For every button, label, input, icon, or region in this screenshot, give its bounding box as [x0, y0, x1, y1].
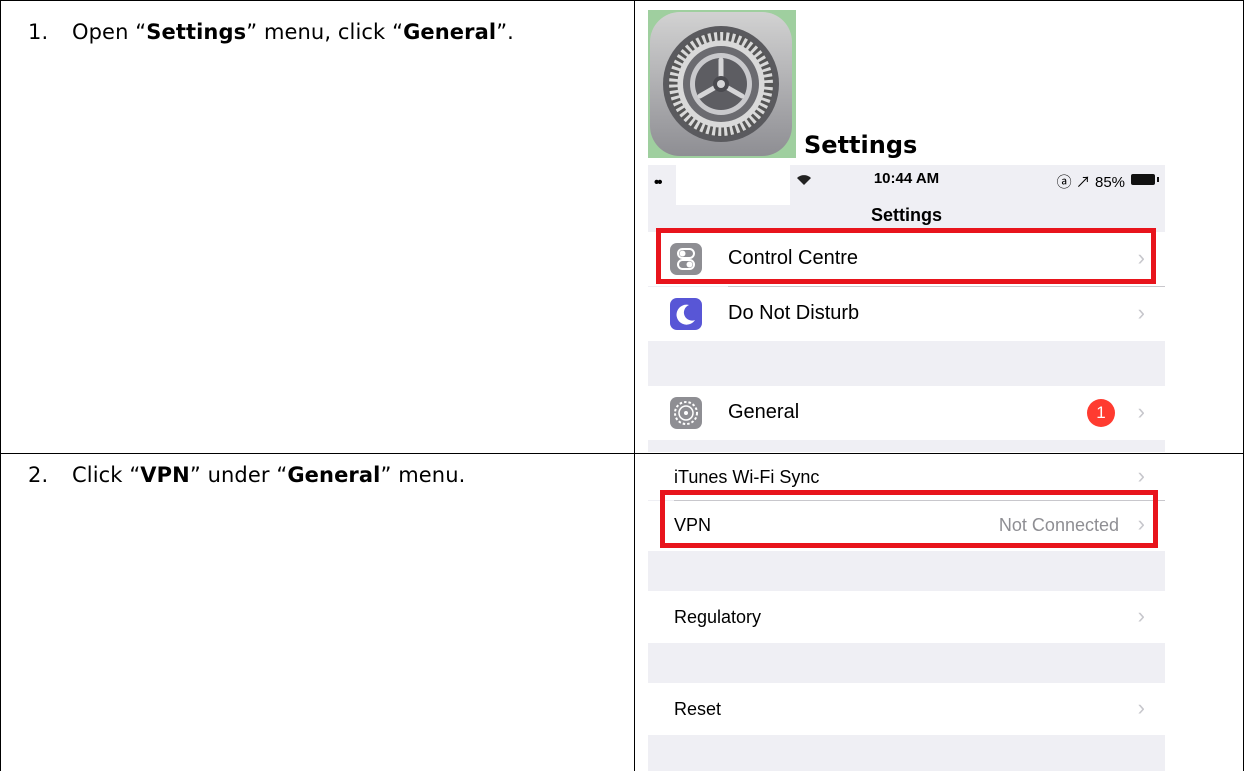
highlight-box-vpn [660, 490, 1158, 548]
settings-app-icon[interactable] [648, 10, 796, 158]
settings-nav-title: Settings [870, 205, 942, 225]
chevron-right-icon: › [1137, 300, 1145, 325]
settings-row-do-not-disturb[interactable]: Do Not Disturb › [648, 287, 1165, 341]
step-2-text: 2. Click “VPN” under “General” menu. [28, 463, 466, 487]
step-1-text: 1. Open “Settings” menu, click “General”. [28, 20, 514, 44]
battery-icon [1131, 174, 1159, 185]
general-row-reset[interactable]: Reset › [648, 683, 1165, 735]
notification-badge: 1 [1087, 399, 1115, 427]
chevron-right-icon: › [1137, 399, 1145, 424]
settings-screen: •• 10:44 AM ⓐ ↗ 85% Settings Control Cen… [648, 165, 1165, 452]
gear-icon [670, 397, 702, 429]
table-column-divider [634, 0, 635, 771]
settings-icon-caption: Settings [804, 131, 918, 159]
general-row-regulatory[interactable]: Regulatory › [648, 591, 1165, 643]
highlight-box-control-centre [656, 228, 1156, 284]
moon-icon [670, 298, 702, 330]
chevron-right-icon: › [1137, 603, 1145, 628]
table-left-border [0, 0, 1, 771]
settings-row-general[interactable]: General 1 › [648, 386, 1165, 440]
chevron-right-icon: › [1137, 463, 1145, 488]
chevron-right-icon: › [1137, 695, 1145, 720]
status-right: ⓐ ↗ 85% [1056, 174, 1125, 191]
table-top-border [0, 0, 1244, 1]
gear-icon [663, 26, 779, 142]
status-bar: •• 10:44 AM ⓐ ↗ 85% [648, 165, 1165, 205]
